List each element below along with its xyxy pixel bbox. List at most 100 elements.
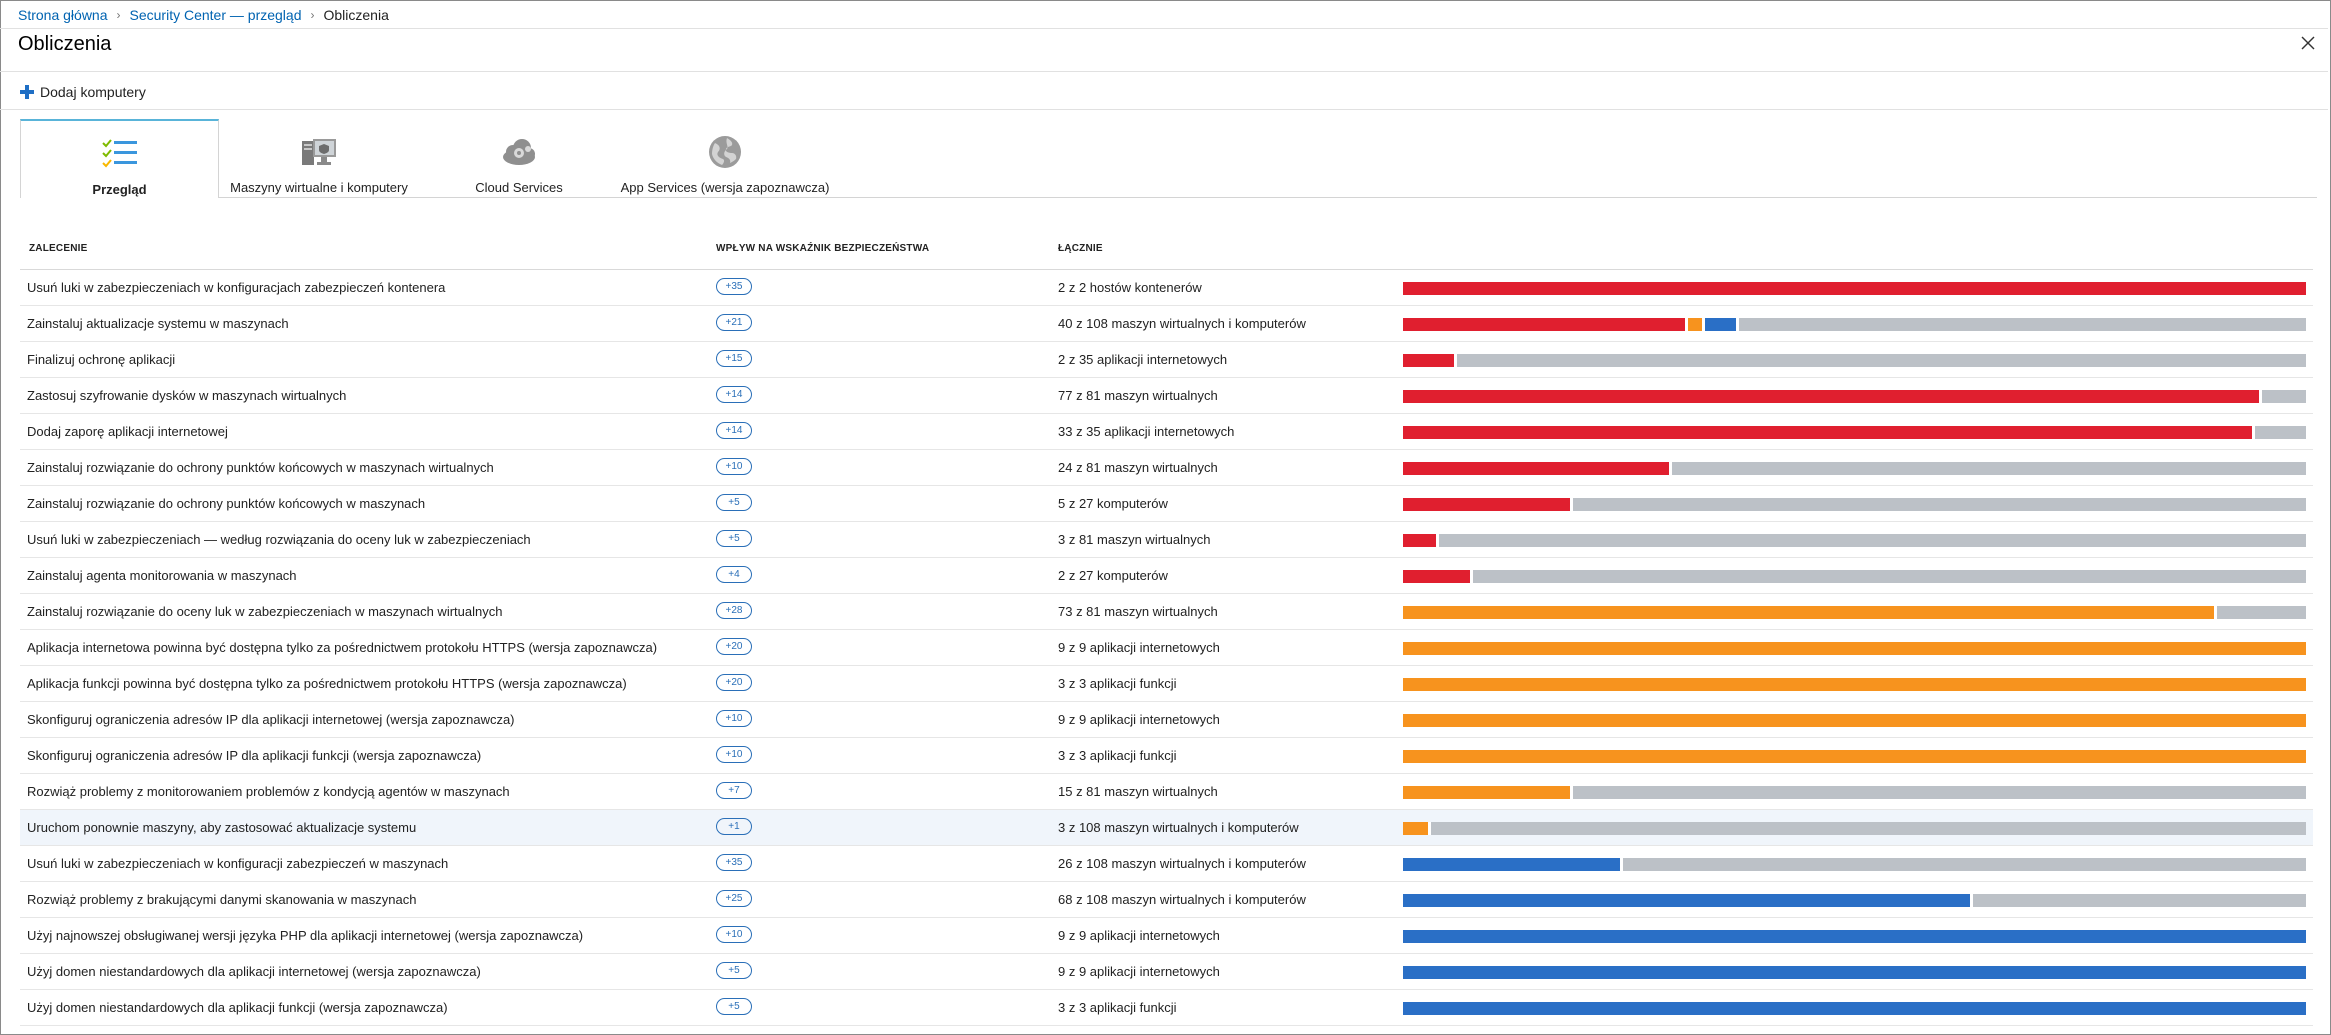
table-row[interactable]: Usuń luki w zabezpieczeniach w konfigura… [20,270,2313,306]
bar-segment-gray [1672,462,2306,475]
impact-badge: +5 [716,494,752,511]
impact-badge: +5 [716,962,752,979]
bar-segment-red [1403,498,1570,511]
table-row[interactable]: Skonfiguruj ograniczenia adresów IP dla … [20,738,2313,774]
recommendation-name: Zainstaluj aktualizacje systemu w maszyn… [27,316,289,331]
recommendation-name: Aplikacja funkcji powinna być dostępna t… [27,676,627,691]
table-row[interactable]: Aplikacja funkcji powinna być dostępna t… [20,666,2313,702]
table-row[interactable]: Skonfiguruj ograniczenia adresów IP dla … [20,702,2313,738]
table-row[interactable]: Usuń luki w zabezpieczeniach w konfigura… [20,846,2313,882]
recommendation-name: Skonfiguruj ograniczenia adresów IP dla … [27,748,482,763]
impact-badge: +10 [716,458,752,475]
table-row[interactable]: Zainstaluj rozwiązanie do ochrony punktó… [20,450,2313,486]
column-header-impact[interactable]: WPŁYW NA WSKAŹNIK BEZPIECZEŃSTWA [716,243,929,254]
impact-badge: +4 [716,566,752,583]
add-computers-label: Dodaj komputery [40,84,146,100]
bar-segment-gray [2254,426,2306,439]
recommendation-name: Użyj domen niestandardowych dla aplikacj… [27,964,481,979]
table-row[interactable]: Zainstaluj rozwiązanie do ochrony punktó… [20,486,2313,522]
tab-overview-label: Przegląd [92,182,147,197]
recommendation-name: Finalizuj ochronę aplikacji [27,352,176,367]
page-title: Obliczenia [18,33,112,55]
recommendation-name: Użyj najnowszej obsługiwanej wersji języ… [27,928,584,943]
table-row[interactable]: Użyj najnowszej obsługiwanej wersji języ… [20,918,2313,954]
resource-health-bar [1403,966,2306,979]
tab-app-services-label: App Services (wersja zapoznawcza) [620,180,830,195]
total-resources: 3 z 3 aplikacji funkcji [1058,1000,1177,1015]
table-row[interactable]: Aplikacja internetowa powinna być dostęp… [20,630,2313,666]
table-row[interactable]: Zainstaluj aktualizacje systemu w maszyn… [20,306,2313,342]
impact-badge: +10 [716,746,752,763]
bar-segment-blue [1704,318,1737,331]
column-header-recommendation[interactable]: ZALECENIE [29,243,87,254]
bar-segment-blue [1403,966,2306,979]
resource-health-bar [1403,894,2306,907]
recommendation-name: Aplikacja internetowa powinna być dostęp… [27,640,658,655]
column-header-total[interactable]: ŁĄCZNIE [1058,243,1103,254]
breadcrumb-security-center-link[interactable]: Security Center — przegląd [130,7,302,23]
divider [20,197,2317,198]
tab-cloud-services[interactable]: Cloud Services [419,119,619,198]
divider [0,71,2328,72]
resource-health-bar [1403,282,2306,295]
resource-health-bar [1403,606,2306,619]
recommendation-name: Użyj domen niestandardowych dla aplikacj… [27,1000,448,1015]
table-row[interactable]: Dodaj zaporę aplikacji internetowej +14 33… [20,414,2313,450]
tab-app-services[interactable]: App Services (wersja zapoznawcza) [619,119,831,198]
recommendation-name: Zainstaluj agenta monitorowania w maszyn… [27,568,297,583]
resource-health-bar [1403,570,2306,583]
impact-badge: +14 [716,422,752,439]
impact-badge: +5 [716,998,752,1015]
resource-health-bar [1403,1002,2306,1015]
bar-segment-red [1403,390,2259,403]
recommendation-name: Dodaj zaporę aplikacji internetowej [27,424,228,439]
recommendation-name: Skonfiguruj ograniczenia adresów IP dla … [27,712,515,727]
table-row[interactable]: Usuń luki w zabezpieczeniach — według ro… [20,522,2313,558]
breadcrumb: Strona główna › Security Center — przegl… [18,6,389,24]
bar-segment-gray [1622,858,2306,871]
bar-segment-gray [1472,570,2306,583]
add-computers-button[interactable]: Dodaj komputery [19,81,146,103]
total-resources: 9 z 9 aplikacji internetowych [1058,640,1220,655]
bar-segment-red [1403,354,1455,367]
table-row[interactable]: Użyj domen niestandardowych dla aplikacj… [20,990,2313,1026]
table-row[interactable]: Uruchom ponownie maszyny, aby zastosować… [20,810,2313,846]
impact-badge: +14 [716,386,752,403]
total-resources: 33 z 35 aplikacji internetowych [1058,424,1235,439]
table-row[interactable]: Zainstaluj rozwiązanie do oceny luk w za… [20,594,2313,630]
table-row[interactable]: Rozwiąż problemy z brakującymi danymi sk… [20,882,2313,918]
table-row[interactable]: Zainstaluj agenta monitorowania w maszyn… [20,558,2313,594]
resource-health-bar [1403,462,2306,475]
table-header: ZALECENIE WPŁYW NA WSKAŹNIK BEZPIECZEŃST… [20,236,2313,270]
impact-badge: +20 [716,638,752,655]
chevron-right-icon: › [116,8,121,22]
recommendation-name: Rozwiąż problemy z brakującymi danymi sk… [27,892,417,907]
globe-icon [706,133,744,171]
tab-cloud-services-label: Cloud Services [475,180,563,195]
recommendation-name: Zastosuj szyfrowanie dysków w maszynach … [27,388,347,403]
breadcrumb-home-link[interactable]: Strona główna [18,7,108,23]
table-row[interactable]: Użyj domen niestandardowych dla aplikacj… [20,954,2313,990]
resource-health-bar [1403,426,2306,439]
total-resources: 3 z 3 aplikacji funkcji [1058,676,1177,691]
resource-health-bar [1403,750,2306,763]
tab-overview[interactable]: Przegląd [20,119,219,198]
bar-segment-orange [1403,714,2306,727]
total-resources: 2 z 2 hostów kontenerów [1058,280,1202,295]
chevron-right-icon: › [310,8,315,22]
total-resources: 24 z 81 maszyn wirtualnych [1058,460,1218,475]
tab-vms-computers[interactable]: Maszyny wirtualne i komputery [219,119,419,198]
total-resources: 9 z 9 aplikacji internetowych [1058,712,1220,727]
plus-icon [20,85,34,99]
recommendation-name: Zainstaluj rozwiązanie do ochrony punktó… [27,460,494,475]
bar-segment-orange [1403,822,1429,835]
close-button[interactable] [2299,34,2317,52]
table-row[interactable]: Rozwiąż problemy z monitorowaniem proble… [20,774,2313,810]
table-row[interactable]: Zastosuj szyfrowanie dysków w maszynach … [20,378,2313,414]
bar-segment-gray [1439,534,2306,547]
bar-segment-blue [1403,894,1970,907]
computer-icon [300,133,338,171]
bar-segment-orange [1403,750,2306,763]
table-row[interactable]: Finalizuj ochronę aplikacji +15 2 z 35 apl… [20,342,2313,378]
bar-segment-gray [2216,606,2306,619]
